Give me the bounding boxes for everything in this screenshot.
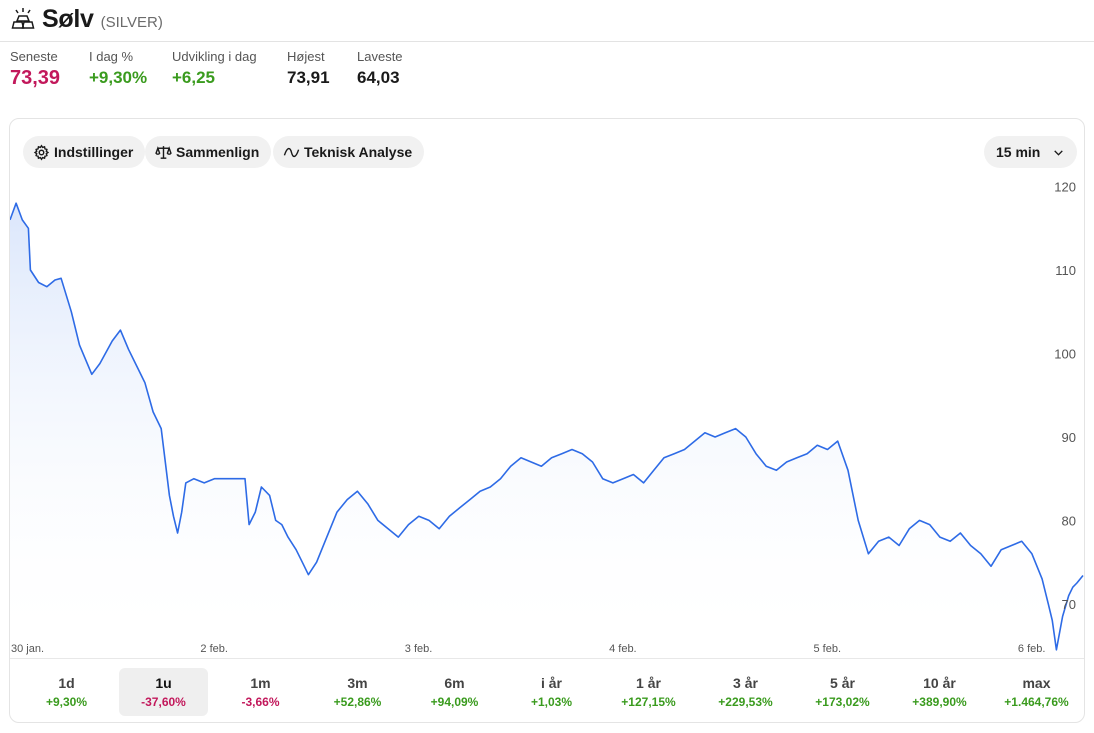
instrument-header: Sølv (SILVER) xyxy=(10,3,163,35)
period-1m[interactable]: 1m -3,66% xyxy=(212,659,309,722)
period-change: +389,90% xyxy=(912,694,967,709)
stats-row: Seneste 73,39 I dag % +9,30% Udvikling i… xyxy=(10,49,427,91)
chart-card: 70 80 90 100 110 120 30 jan. 2 feb. 3 feb. 4 feb.… xyxy=(9,118,1085,723)
settings-label: Indstillinger xyxy=(54,144,134,160)
scale-icon xyxy=(155,145,172,159)
period-i-år[interactable]: i år +1,03% xyxy=(503,659,600,722)
period-5-år[interactable]: 5 år +173,02% xyxy=(794,659,891,722)
y-tick-label: 70 xyxy=(1062,597,1076,612)
period-1-år[interactable]: 1 år +127,15% xyxy=(600,659,697,722)
technical-analysis-button[interactable]: Teknisk Analyse xyxy=(273,136,425,168)
period-3-år[interactable]: 3 år +229,53% xyxy=(697,659,794,722)
period-10-år[interactable]: 10 år +389,90% xyxy=(891,659,988,722)
ticker-symbol: (SILVER) xyxy=(100,13,163,31)
stat-low: Laveste 64,03 xyxy=(357,49,427,91)
silver-bars-icon xyxy=(11,8,35,29)
period-6m[interactable]: 6m +94,09% xyxy=(406,659,503,722)
period-label: 5 år xyxy=(830,674,855,691)
period-max[interactable]: max +1.464,76% xyxy=(988,659,1084,722)
period-label: max xyxy=(1022,674,1051,691)
period-label: 3 år xyxy=(733,674,758,691)
chevron-down-icon xyxy=(1054,149,1064,156)
y-tick-label: 100 xyxy=(1054,347,1076,362)
stat-label: I dag % xyxy=(89,49,134,64)
page-title: Sølv xyxy=(42,4,94,33)
x-tick-label: 5 feb. xyxy=(814,643,842,655)
wave-icon xyxy=(283,147,300,157)
stat-today-pct: I dag % +9,30% xyxy=(89,49,172,91)
y-tick-label: 120 xyxy=(1054,180,1076,195)
stat-label: Højest xyxy=(287,49,325,64)
period-change: +9,30% xyxy=(45,694,88,709)
period-label: 1 år xyxy=(636,674,661,691)
period-change: +52,86% xyxy=(333,694,382,709)
period-change: +173,02% xyxy=(815,694,870,709)
stat-value: 73,91 xyxy=(287,68,330,87)
period-3m[interactable]: 3m +52,86% xyxy=(309,659,406,722)
stat-value: +9,30% xyxy=(89,68,148,87)
x-tick-label: 3 feb. xyxy=(405,643,433,655)
period-label: 10 år xyxy=(923,674,956,691)
technical-analysis-label: Teknisk Analyse xyxy=(304,144,413,160)
stat-value: 64,03 xyxy=(357,68,400,87)
period-change: +229,53% xyxy=(718,694,773,709)
settings-button[interactable]: Indstillinger xyxy=(23,136,146,168)
period-label: 1m xyxy=(250,674,271,691)
compare-label: Sammenlign xyxy=(176,144,260,160)
stat-label: Laveste xyxy=(357,49,403,64)
period-label: 6m xyxy=(444,674,465,691)
stat-label: Udvikling i dag xyxy=(172,49,257,64)
x-tick-label: 6 feb. xyxy=(1018,643,1046,655)
y-tick-label: 110 xyxy=(1055,263,1076,278)
price-area xyxy=(10,203,1083,654)
gear-icon xyxy=(33,144,50,160)
stat-latest: Seneste 73,39 xyxy=(10,49,89,91)
period-label: 1d xyxy=(58,674,75,691)
price-chart[interactable]: 70 80 90 100 110 120 30 jan. 2 feb. 3 feb. 4 feb.… xyxy=(10,119,1085,658)
stat-value: 73,39 xyxy=(10,67,61,89)
period-selector: 1d +9,30% 1u -37,60% 1m -3,66% 3m +52,86% 6m +94,… xyxy=(10,658,1084,722)
x-tick-label: 4 feb. xyxy=(609,643,637,655)
period-label: i år xyxy=(540,674,562,691)
period-change: +94,09% xyxy=(430,694,479,709)
stat-label: Seneste xyxy=(10,49,58,64)
y-tick-label: 80 xyxy=(1062,513,1076,528)
period-change: +127,15% xyxy=(621,694,676,709)
period-change: +1,03% xyxy=(530,694,573,709)
period-label: 1u xyxy=(155,675,172,691)
y-tick-label: 90 xyxy=(1062,430,1076,445)
interval-label: 15 min xyxy=(996,144,1041,160)
stat-high: Højest 73,91 xyxy=(287,49,357,91)
stat-change-today: Udvikling i dag +6,25 xyxy=(172,49,287,91)
period-1d[interactable]: 1d +9,30% xyxy=(18,659,115,722)
interval-dropdown[interactable]: 15 min xyxy=(984,136,1078,168)
period-change: +1.464,76% xyxy=(1004,694,1069,709)
stat-value: +6,25 xyxy=(172,68,216,87)
period-change: -3,66% xyxy=(241,694,280,709)
period-1u[interactable]: 1u -37,60% xyxy=(119,668,208,716)
period-change: -37,60% xyxy=(141,695,186,709)
x-tick-label: 2 feb. xyxy=(200,643,228,655)
period-label: 3m xyxy=(347,674,368,691)
compare-button[interactable]: Sammenlign xyxy=(145,136,272,168)
header-divider xyxy=(0,41,1094,42)
x-tick-label: 30 jan. xyxy=(11,643,44,655)
